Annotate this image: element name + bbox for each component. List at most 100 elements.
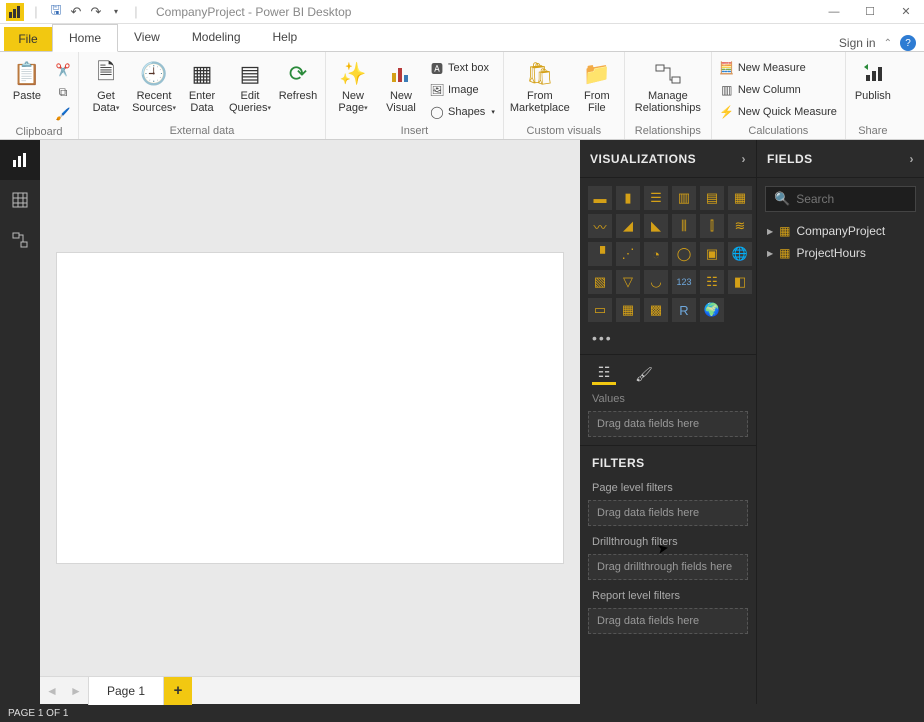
report-page-canvas[interactable] bbox=[57, 253, 563, 563]
viz-arcgis-icon[interactable]: 🌍 bbox=[700, 298, 724, 322]
collapse-ribbon-icon[interactable]: ⌃ bbox=[884, 38, 892, 49]
viz-donut-icon[interactable]: ◯ bbox=[672, 242, 696, 266]
textbox-button[interactable]: 🅰Text box bbox=[428, 58, 497, 78]
page-tab-1[interactable]: Page 1 bbox=[88, 677, 164, 705]
viz-scatter-icon[interactable]: ⋰ bbox=[616, 242, 640, 266]
viz-line-icon[interactable]: 〰 bbox=[588, 214, 612, 238]
enter-data-button[interactable]: ▦ Enter Data bbox=[181, 56, 223, 120]
viz-r-icon[interactable]: R bbox=[672, 298, 696, 322]
viz-more-icon[interactable]: ••• bbox=[580, 330, 756, 354]
tab-file[interactable]: File bbox=[4, 27, 52, 51]
viz-waterfall-icon[interactable]: ▝ bbox=[588, 242, 612, 266]
cut-icon: ✂️ bbox=[56, 63, 70, 77]
recent-sources-button[interactable]: 🕘 Recent Sources▾ bbox=[133, 56, 175, 120]
collapse-fields-pane-icon[interactable]: › bbox=[910, 152, 915, 166]
field-table-companyproject[interactable]: ▶ ▦ CompanyProject bbox=[757, 220, 924, 242]
viz-100pct-bar-icon[interactable]: ▤ bbox=[700, 186, 724, 210]
from-file-button[interactable]: 📁 From File bbox=[576, 56, 618, 120]
drillthrough-filters-label: Drillthrough filters bbox=[580, 534, 756, 554]
format-painter-button[interactable]: 🖌️ bbox=[54, 104, 72, 124]
rail-data-view[interactable] bbox=[0, 180, 40, 220]
qat-dropdown-icon[interactable]: ▾ bbox=[108, 4, 124, 20]
values-dropzone[interactable]: Drag data fields here bbox=[588, 411, 748, 437]
copy-button[interactable]: ⧉ bbox=[54, 82, 72, 102]
viz-multi-card-icon[interactable]: ☷ bbox=[700, 270, 724, 294]
viz-stacked-area-icon[interactable]: ◣ bbox=[644, 214, 668, 238]
new-quick-measure-button[interactable]: ⚡New Quick Measure bbox=[718, 102, 839, 122]
viz-line-clustered-icon[interactable]: ⫿ bbox=[700, 214, 724, 238]
shapes-button[interactable]: ◯Shapes▾ bbox=[428, 102, 497, 122]
maximize-button[interactable]: ☐ bbox=[852, 0, 888, 24]
close-button[interactable]: ✕ bbox=[888, 0, 924, 24]
search-icon: 🔍 bbox=[774, 191, 790, 207]
viz-matrix-icon[interactable]: ▩ bbox=[644, 298, 668, 322]
page-level-filters-dropzone[interactable]: Drag data fields here bbox=[588, 500, 748, 526]
ribbon-group-label-share: Share bbox=[852, 123, 894, 137]
add-page-button[interactable]: + bbox=[164, 677, 192, 705]
viz-stacked-column-icon[interactable]: ▮ bbox=[616, 186, 640, 210]
viz-clustered-column-icon[interactable]: ▥ bbox=[672, 186, 696, 210]
viz-ribbon-icon[interactable]: ≋ bbox=[728, 214, 752, 238]
viz-clustered-bar-icon[interactable]: ☰ bbox=[644, 186, 668, 210]
page-prev-button[interactable]: ◄ bbox=[40, 677, 64, 705]
redo-icon[interactable]: ↷ bbox=[88, 4, 104, 20]
viz-card-icon[interactable]: 123 bbox=[672, 270, 696, 294]
canvas-scroll[interactable] bbox=[40, 140, 580, 676]
page-next-button[interactable]: ► bbox=[64, 677, 88, 705]
tab-view[interactable]: View bbox=[118, 23, 176, 51]
paste-button[interactable]: 📋 Paste bbox=[6, 56, 48, 120]
save-icon[interactable]: 🖫 bbox=[48, 4, 64, 20]
publish-icon bbox=[859, 60, 887, 88]
viz-table-icon[interactable]: ▦ bbox=[616, 298, 640, 322]
help-icon[interactable]: ? bbox=[900, 35, 916, 51]
viz-treemap-icon[interactable]: ▣ bbox=[700, 242, 724, 266]
from-marketplace-button[interactable]: 🛍 From Marketplace bbox=[510, 56, 570, 120]
viz-funnel-icon[interactable]: ▽ bbox=[616, 270, 640, 294]
fields-tab-icon[interactable]: ☷ bbox=[592, 363, 616, 385]
viz-stacked-bar-icon[interactable]: ▬ bbox=[588, 186, 612, 210]
tab-home[interactable]: Home bbox=[52, 24, 118, 52]
rail-report-view[interactable] bbox=[0, 140, 40, 180]
viz-100pct-column-icon[interactable]: ▦ bbox=[728, 186, 752, 210]
viz-area-icon[interactable]: ◢ bbox=[616, 214, 640, 238]
column-icon: ▥ bbox=[720, 83, 734, 97]
viz-gauge-icon[interactable]: ◡ bbox=[644, 270, 668, 294]
field-table-projecthours[interactable]: ▶ ▦ ProjectHours bbox=[757, 242, 924, 264]
viz-kpi-icon[interactable]: ◧ bbox=[728, 270, 752, 294]
publish-button[interactable]: Publish bbox=[852, 56, 894, 120]
tabstrip-right: Sign in ⌃ ? bbox=[839, 35, 924, 51]
new-measure-button[interactable]: 🧮New Measure bbox=[718, 58, 839, 78]
fields-search-box[interactable]: 🔍 bbox=[765, 186, 916, 212]
cut-button[interactable]: ✂️ bbox=[54, 60, 72, 80]
undo-icon[interactable]: ↶ bbox=[68, 4, 84, 20]
new-page-button[interactable]: ✨ New Page▾ bbox=[332, 56, 374, 120]
viz-slicer-icon[interactable]: ▭ bbox=[588, 298, 612, 322]
minimize-button[interactable]: — bbox=[816, 0, 852, 24]
viz-filled-map-icon[interactable]: ▧ bbox=[588, 270, 612, 294]
new-visual-button[interactable]: New Visual bbox=[380, 56, 422, 120]
sign-in-link[interactable]: Sign in bbox=[839, 36, 876, 50]
ribbon-group-label-relationships: Relationships bbox=[631, 123, 705, 137]
insert-small: 🅰Text box 🖼Image ◯Shapes▾ bbox=[428, 56, 497, 122]
drillthrough-dropzone[interactable]: Drag drillthrough fields here bbox=[588, 554, 748, 580]
ribbon-group-insert: ✨ New Page▾ New Visual 🅰Text box 🖼Image … bbox=[326, 52, 504, 139]
table-icon: ▦ bbox=[779, 224, 790, 238]
new-column-button[interactable]: ▥New Column bbox=[718, 80, 839, 100]
quick-measure-icon: ⚡ bbox=[720, 105, 734, 119]
get-data-button[interactable]: 🗎 Get Data▾ bbox=[85, 56, 127, 120]
tab-help[interactable]: Help bbox=[257, 23, 314, 51]
collapse-viz-pane-icon[interactable]: › bbox=[742, 152, 747, 166]
edit-queries-button[interactable]: ▤ Edit Queries▾ bbox=[229, 56, 271, 120]
ribbon-group-label-customvisuals: Custom visuals bbox=[510, 123, 618, 137]
report-level-filters-dropzone[interactable]: Drag data fields here bbox=[588, 608, 748, 634]
viz-map-icon[interactable]: 🌐 bbox=[728, 242, 752, 266]
rail-model-view[interactable] bbox=[0, 220, 40, 260]
refresh-button[interactable]: ⟳ Refresh bbox=[277, 56, 319, 120]
viz-pie-icon[interactable]: ◔ bbox=[644, 242, 668, 266]
fields-search-input[interactable] bbox=[796, 192, 924, 206]
viz-line-column-icon[interactable]: ⫼ bbox=[672, 214, 696, 238]
image-button[interactable]: 🖼Image bbox=[428, 80, 497, 100]
tab-modeling[interactable]: Modeling bbox=[176, 23, 257, 51]
manage-relationships-button[interactable]: Manage Relationships bbox=[631, 56, 705, 120]
format-tab-icon[interactable]: 🖌 bbox=[632, 363, 656, 385]
